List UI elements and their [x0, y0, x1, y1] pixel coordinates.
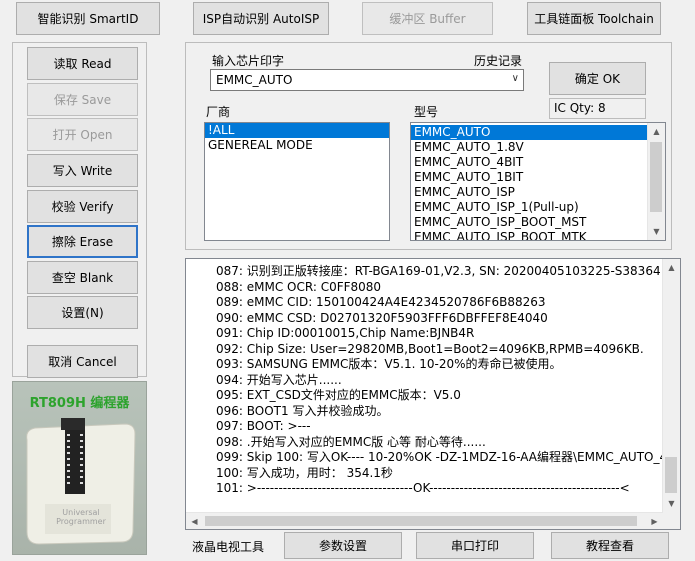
scroll-down-icon[interactable]: ▼ — [648, 223, 665, 240]
toolchain-button[interactable]: 工具链面板 Toolchain — [527, 2, 661, 35]
log-line: 089: eMMC CID: 150100424A4E4234520786F6B… — [216, 295, 546, 309]
serial-print-button[interactable]: 串口打印 — [416, 532, 534, 559]
model-list[interactable]: EMMC_AUTO EMMC_AUTO_1.8V EMMC_AUTO_4BIT … — [410, 122, 666, 241]
history-label: 历史记录 — [474, 54, 523, 68]
log-output[interactable]: 087: 识别到正版转接座：RT-BGA169-01,V2.3, SN: 202… — [185, 258, 681, 530]
log-line: 100: 写入成功，用时： 354.1秒 — [216, 465, 393, 480]
log-line: 090: eMMC CSD: D02701320F5903FFF6DBFFEF8… — [216, 310, 548, 325]
scroll-up-icon[interactable]: ▲ — [648, 123, 665, 140]
log-line: 088: eMMC OCR: C0FF8080 — [216, 279, 382, 294]
log-line: 101: >----------------------------------… — [216, 481, 630, 495]
tutorial-button[interactable]: 教程查看 — [551, 532, 669, 559]
cancel-button[interactable]: 取消 Cancel — [27, 345, 138, 378]
log-line: 095: EXT_CSD文件对应的EMMC版本：V5.0 — [216, 388, 461, 402]
list-item[interactable]: EMMC_AUTO_ISP_BOOT_MST — [411, 215, 648, 230]
buffer-button[interactable]: 缓冲区 Buffer — [362, 2, 493, 35]
vendor-list[interactable]: !ALL GENEREAL MODE — [204, 122, 390, 241]
settings-button[interactable]: 设置(N) — [27, 296, 138, 329]
programmer-device-image: RT809H 编程器 Universal Programmer — [12, 381, 147, 555]
list-item[interactable]: EMMC_AUTO_ISP_1(Pull-up) — [411, 200, 648, 215]
verify-button[interactable]: 校验 Verify — [27, 190, 138, 223]
chip-input-combobox[interactable]: EMMC_AUTO ∨ — [210, 69, 524, 91]
chevron-down-icon[interactable]: ∨ — [512, 73, 519, 84]
list-item[interactable]: EMMC_AUTO_ISP_BOOT_MTK — [411, 230, 648, 240]
model-list-scrollbar[interactable]: ▲ ▼ — [647, 123, 665, 240]
chip-input-value: EMMC_AUTO — [216, 73, 293, 87]
log-line: 096: BOOT1 写入并校验成功。 — [216, 403, 389, 418]
list-item[interactable]: EMMC_AUTO_4BIT — [411, 155, 648, 170]
device-title: RT809H 编程器 — [29, 396, 130, 411]
scroll-right-icon[interactable]: ▶ — [646, 513, 663, 529]
log-line: 094: 开始写入芯片...... — [216, 372, 342, 387]
log-line: 093: SAMSUNG EMMC版本：V5.1. 10-20%的寿命已被使用。 — [216, 357, 562, 371]
list-item[interactable]: !ALL — [205, 123, 389, 138]
log-lines: 087: 识别到正版转接座：RT-BGA169-01,V2.3, SN: 202… — [216, 264, 662, 497]
device-brand: Universal Programmer — [47, 508, 115, 526]
log-line: 098: .开始写入对应的EMMC版 心等 耐心等待...... — [216, 434, 486, 449]
list-item[interactable]: EMMC_AUTO_1.8V — [411, 140, 648, 155]
programmer-icon — [26, 418, 136, 545]
log-line: 099: Skip 100: 写入OK---- 10-20%OK -DZ-1MD… — [216, 450, 662, 464]
open-button[interactable]: 打开 Open — [27, 118, 138, 151]
log-horizontal-scrollbar[interactable]: ◀ ▶ — [186, 512, 663, 529]
read-button[interactable]: 读取 Read — [27, 47, 138, 80]
device-brand-line: Programmer — [56, 517, 106, 526]
model-label: 型号 — [414, 105, 439, 119]
list-item[interactable]: EMMC_AUTO — [411, 125, 648, 140]
write-button[interactable]: 写入 Write — [27, 154, 138, 187]
scrollbar-thumb[interactable] — [650, 142, 662, 212]
log-vertical-scrollbar[interactable]: ▲ ▼ — [662, 259, 680, 512]
ic-qty-display: IC Qty: 8 — [549, 98, 646, 119]
log-line: 091: Chip ID:00010015,Chip Name:BJNB4R — [216, 326, 475, 340]
scrollbar-thumb[interactable] — [665, 457, 677, 493]
list-item[interactable]: EMMC_AUTO_1BIT — [411, 170, 648, 185]
blank-check-button[interactable]: 查空 Blank — [27, 261, 138, 294]
log-line: 097: BOOT: >--- — [216, 419, 311, 433]
lcd-tools-label[interactable]: 液晶电视工具 — [192, 538, 264, 555]
scroll-left-icon[interactable]: ◀ — [186, 513, 203, 529]
chip-input-label: 输入芯片印字 — [212, 54, 285, 68]
params-settings-button[interactable]: 参数设置 — [284, 532, 402, 559]
save-button[interactable]: 保存 Save — [27, 83, 138, 116]
scroll-down-icon[interactable]: ▼ — [663, 495, 680, 512]
list-item[interactable]: GENEREAL MODE — [205, 138, 389, 153]
log-line: 092: Chip Size: User=29820MB,Boot1=Boot2… — [216, 341, 644, 356]
vendor-label: 厂商 — [206, 105, 231, 119]
smart-id-button[interactable]: 智能识别 SmartID — [16, 2, 160, 35]
device-brand-line: Universal — [62, 508, 100, 517]
scroll-up-icon[interactable]: ▲ — [663, 259, 680, 276]
scrollbar-corner — [663, 512, 680, 529]
confirm-button[interactable]: 确定 OK — [549, 62, 646, 95]
list-item[interactable]: EMMC_AUTO_ISP — [411, 185, 648, 200]
log-line: 087: 识别到正版转接座：RT-BGA169-01,V2.3, SN: 202… — [216, 264, 661, 278]
scrollbar-thumb[interactable] — [205, 516, 637, 526]
erase-button[interactable]: 擦除 Erase — [27, 225, 138, 258]
auto-isp-button[interactable]: ISP自动识别 AutoISP — [193, 2, 329, 35]
